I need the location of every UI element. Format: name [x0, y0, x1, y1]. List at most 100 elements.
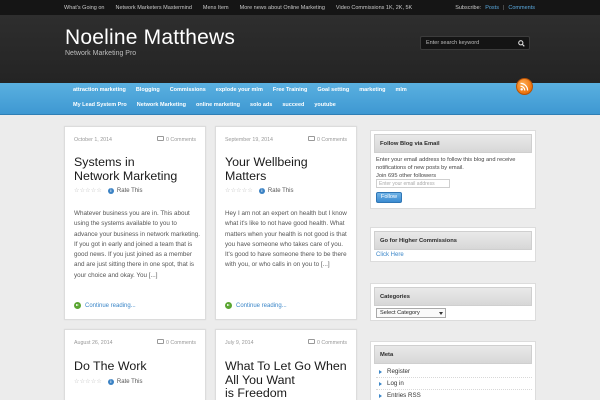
post-title-line: Network Marketing: [74, 168, 178, 183]
nav-item-online-marketing[interactable]: online marketing: [191, 102, 245, 109]
top-nav-item-whats-going-on[interactable]: What's Going on: [64, 5, 105, 11]
bullet-arrow-icon: [379, 393, 382, 398]
post-date: September 19, 2014: [225, 137, 274, 143]
post-title[interactable]: Do The Work: [74, 359, 202, 374]
meta-item-label: Register: [387, 368, 411, 375]
post-comments-link[interactable]: 0 Comments: [156, 339, 196, 346]
continue-reading-link[interactable]: Continue reading...: [225, 302, 287, 309]
top-nav-item-more-news[interactable]: More news about Online Marketing: [240, 5, 325, 11]
post-comments-count: 0 Comments: [165, 137, 196, 143]
star-rating-icons[interactable]: ☆☆☆☆☆: [74, 378, 102, 385]
comment-icon: [307, 339, 315, 345]
search-icon[interactable]: [518, 40, 525, 47]
meta-item-log-in[interactable]: Log in: [376, 378, 532, 390]
nav-item-solo-ads[interactable]: solo ads: [245, 102, 277, 109]
category-select[interactable]: Select Category: [376, 308, 446, 318]
post-rating: ☆☆☆☆☆ i Rate This: [225, 187, 293, 194]
nav-item-marketing[interactable]: marketing: [354, 87, 390, 94]
top-nav: What's Going on Network Marketers Master…: [64, 0, 423, 15]
main-nav-row-2: My Lead System Pro Network Marketing onl…: [64, 102, 341, 109]
post-date: October 1, 2014: [74, 137, 112, 143]
star-rating-icons[interactable]: ☆☆☆☆☆: [225, 187, 253, 194]
nav-item-goal-setting[interactable]: Goal setting: [312, 87, 354, 94]
post-date: July 9, 2014: [225, 340, 254, 346]
post-rating: ☆☆☆☆☆ i Rate This: [74, 187, 142, 194]
post-comments-link[interactable]: 0 Comments: [307, 136, 347, 143]
main-nav: attraction marketing Blogging Commission…: [0, 83, 600, 115]
nav-item-network-marketing[interactable]: Network Marketing: [132, 102, 191, 109]
top-nav-item-mastermind[interactable]: Network Marketers Mastermind: [116, 5, 192, 11]
post-title[interactable]: Your Wellbeing Matters: [225, 155, 353, 183]
top-nav-item-video-commissions[interactable]: Video Commissions 1K, 2K, 5K: [336, 5, 412, 11]
rate-this-link[interactable]: Rate This: [117, 188, 143, 194]
continue-reading-label: Continue reading...: [85, 302, 136, 309]
meta-item-label: Entries RSS: [387, 392, 421, 399]
nav-item-free-training[interactable]: Free Training: [268, 87, 313, 94]
higher-commissions-widget: Go for Higher Commissions Click Here: [370, 227, 536, 262]
nav-item-attraction-marketing[interactable]: attraction marketing: [64, 87, 131, 94]
post-meta: August 26, 2014 0 Comments: [74, 339, 196, 348]
follow-button[interactable]: Follow: [376, 192, 402, 203]
rate-info-icon: i: [107, 187, 114, 194]
post-title[interactable]: What To Let Go When All You Want is Free…: [225, 359, 353, 400]
post-meta: September 19, 2014 0 Comments: [225, 136, 347, 145]
bullet-arrow-icon: [379, 369, 382, 374]
meta-widget: Meta Register Log in Entries RSS: [370, 341, 536, 400]
post-comments-link[interactable]: 0 Comments: [307, 339, 347, 346]
meta-item-entries-rss[interactable]: Entries RSS: [376, 390, 532, 400]
rate-info-icon: i: [107, 378, 114, 385]
click-here-link[interactable]: Click Here: [376, 252, 404, 258]
rss-icon[interactable]: [516, 78, 533, 95]
post-rating: ☆☆☆☆☆ i Rate This: [74, 378, 142, 385]
rate-this-link[interactable]: Rate This: [268, 188, 294, 194]
post-comments-count: 0 Comments: [165, 340, 196, 346]
post-title-line: is Freedom: [225, 386, 287, 400]
widget-title: Categories: [374, 287, 532, 306]
top-nav-item-mens-item[interactable]: Mens Item: [203, 5, 229, 11]
rate-info-icon: i: [258, 187, 265, 194]
post-title-line: Matters: [225, 168, 267, 183]
post-date: August 26, 2014: [74, 340, 113, 346]
subscribe-separator: |: [502, 4, 505, 11]
follow-text: Enter your email address to follow this …: [376, 157, 516, 171]
post-title-line: All You Want: [225, 372, 295, 387]
post-title[interactable]: Systems in Network Marketing: [74, 155, 202, 183]
category-select-value: Select Category: [380, 310, 420, 316]
nav-item-mlm[interactable]: mlm: [390, 87, 411, 94]
nav-item-succeed[interactable]: succeed: [277, 102, 309, 109]
comment-icon: [156, 136, 164, 142]
nav-item-youtube[interactable]: youtube: [309, 102, 340, 109]
post-comments-link[interactable]: 0 Comments: [156, 136, 196, 143]
continue-reading-label: Continue reading...: [236, 302, 287, 309]
nav-item-my-lead-system-pro[interactable]: My Lead System Pro: [64, 102, 132, 109]
arrow-right-icon: [74, 302, 81, 309]
rate-this-link[interactable]: Rate This: [117, 379, 143, 385]
search-input[interactable]: [426, 38, 512, 48]
top-bar: What's Going on Network Marketers Master…: [0, 0, 600, 15]
meta-item-register[interactable]: Register: [376, 366, 532, 378]
post-card: August 26, 2014 0 Comments Do The Work ☆…: [64, 329, 206, 400]
comments-feed-link[interactable]: Comments: [508, 5, 535, 11]
comment-icon: [156, 339, 164, 345]
post-title-line: What To Let Go When: [225, 359, 347, 373]
continue-reading-link[interactable]: Continue reading...: [74, 302, 136, 309]
nav-item-blogging[interactable]: Blogging: [131, 87, 165, 94]
post-title-line: Your Wellbeing: [225, 155, 308, 169]
post-meta: July 9, 2014 0 Comments: [225, 339, 347, 348]
post-title-line: Systems in: [74, 155, 135, 169]
post-excerpt: Hey I am not an expert on health but I k…: [225, 210, 347, 269]
widget-title: Go for Higher Commissions: [374, 231, 532, 250]
meta-item-label: Log in: [387, 380, 404, 387]
posts-feed-link[interactable]: Posts: [485, 5, 499, 11]
post-title-line: Do The Work: [74, 359, 147, 373]
star-rating-icons[interactable]: ☆☆☆☆☆: [74, 187, 102, 194]
nav-item-explode-your-mlm[interactable]: explode your mlm: [211, 87, 268, 94]
chevron-down-icon: [439, 312, 443, 315]
follow-blog-widget: Follow Blog via Email Enter your email a…: [370, 130, 536, 209]
bullet-arrow-icon: [379, 381, 382, 386]
nav-item-commissions[interactable]: Commissions: [165, 87, 211, 94]
main-nav-row-1: attraction marketing Blogging Commission…: [64, 87, 412, 94]
site-title[interactable]: Noeline Matthews: [65, 26, 235, 50]
comment-icon: [307, 136, 315, 142]
email-field[interactable]: [376, 179, 450, 188]
